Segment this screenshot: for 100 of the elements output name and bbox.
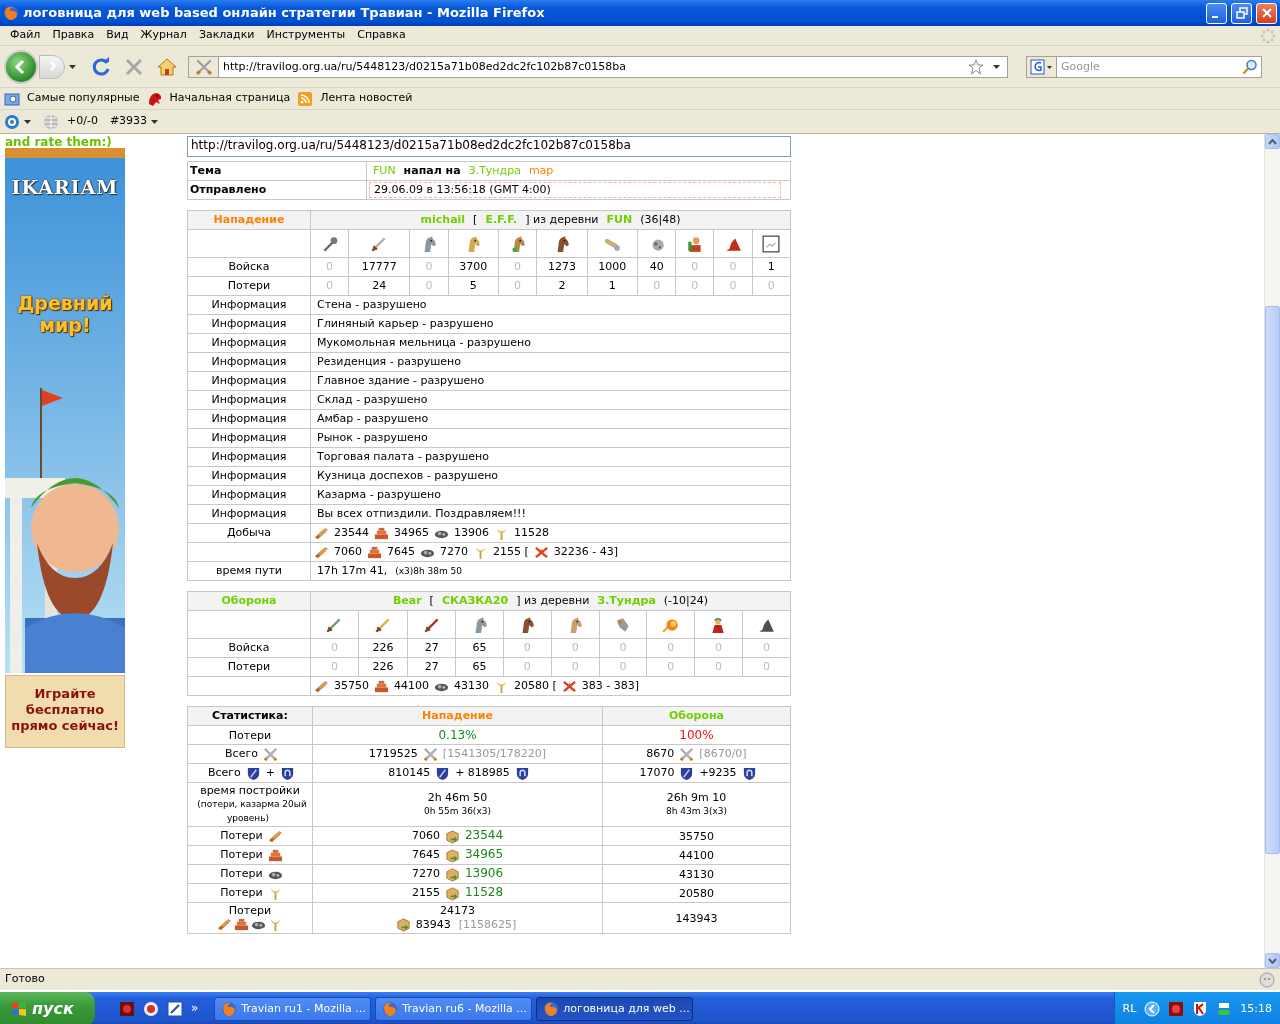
row-label: Информация — [211, 469, 287, 483]
chevron-icon[interactable] — [1144, 1001, 1161, 1017]
menu-item[interactable]: Правка — [46, 27, 101, 44]
app-icon[interactable] — [167, 1001, 183, 1017]
menu-item[interactable]: Файл — [4, 27, 47, 44]
row-label: время пути — [216, 564, 282, 578]
start-button[interactable]: пуск — [0, 992, 95, 1024]
ad-cta-link[interactable]: Играйте бесплатно прямо сейчас! — [5, 675, 125, 748]
cell-text: 17070 — [639, 766, 675, 780]
cell-text: 0 — [729, 260, 737, 274]
browser-icon — [221, 1001, 238, 1017]
sword-shield-icon — [245, 765, 261, 781]
tray-icon[interactable] — [1168, 1001, 1185, 1017]
star-icon[interactable] — [968, 58, 984, 75]
row-label: Информация — [211, 317, 287, 331]
search-icon[interactable] — [1242, 58, 1258, 75]
cell-text: 226 — [372, 660, 394, 674]
bricks-icon — [374, 678, 389, 694]
flag-icon — [10, 1000, 28, 1018]
cell-text: Амбар - разрушено — [317, 412, 429, 426]
muted-text: [8670/0] — [699, 747, 747, 761]
menu-item[interactable]: Журнал — [134, 27, 193, 44]
address-field[interactable]: http://travilog.org.ua/ru/5448123/d0215a71b08ed2dc2fc102b87c0158ba — [218, 55, 1008, 78]
close-button[interactable] — [1256, 2, 1277, 24]
creature-icon[interactable] — [146, 90, 163, 107]
bricks-icon — [367, 544, 382, 560]
cell-text: 0 — [326, 279, 334, 293]
bricks-icon — [374, 525, 389, 541]
language-indicator[interactable]: RL — [1122, 1001, 1137, 1017]
cell-text: 32236 - 43] — [553, 545, 619, 559]
menu-item[interactable]: Вид — [100, 27, 135, 44]
bookmark-link[interactable]: Начальная страница — [166, 91, 294, 106]
menu-item[interactable]: Инструменты — [260, 27, 352, 44]
scroll-thumb[interactable] — [1265, 306, 1280, 854]
cell-text: (-10|24) — [663, 594, 709, 608]
cell-text: ] из деревни — [516, 594, 590, 608]
folder-icon[interactable] — [4, 90, 20, 107]
cell-text: 83943 — [415, 917, 451, 931]
k-shield-icon[interactable] — [1192, 1001, 1209, 1017]
note-text: 8h 43m 3(x3) — [665, 806, 728, 817]
scroll-up-button[interactable] — [1265, 134, 1280, 149]
window-title: логовница для web based онлайн стратегии Травиан - Mozilla Firefox — [23, 4, 545, 22]
cell-text: Потери — [228, 904, 272, 918]
cell-text: 7270 — [440, 545, 468, 559]
restore-icon — [1235, 7, 1248, 19]
cell-text: 0 — [514, 279, 522, 293]
dropdown-caret-icon[interactable] — [993, 64, 1000, 69]
cell-text: Стена - разрушено — [317, 298, 427, 312]
cell-text: 1 — [608, 279, 616, 293]
horseshoe-shield-icon — [514, 765, 530, 781]
wheat-icon — [268, 917, 283, 933]
bookmark-link[interactable]: Самые популярные — [24, 91, 143, 106]
site-identity-button[interactable] — [188, 55, 218, 78]
cell-text: 44100 — [679, 848, 714, 862]
dropdown-caret-icon[interactable] — [151, 119, 159, 124]
bookmark-link[interactable]: Лента новостей — [317, 91, 416, 106]
search-field[interactable]: Google — [1056, 55, 1262, 78]
cell-text: 65 — [472, 660, 487, 674]
home-icon — [156, 56, 178, 77]
cell-text: 0 — [762, 660, 770, 674]
crate-icon — [444, 847, 460, 863]
sword-shield-icon — [679, 765, 695, 781]
gain-text: 34965 — [464, 847, 504, 862]
dropdown-caret-icon[interactable] — [24, 119, 31, 124]
rank-text[interactable]: #3933 — [109, 114, 148, 129]
minimize-button[interactable] — [1206, 2, 1227, 24]
link-field[interactable]: http://travilog.org.ua/ru/5448123/d0215a71b08ed2dc2fc102b87c0158ba — [187, 136, 791, 157]
taskbar-button[interactable]: логовница для web ... — [536, 997, 694, 1021]
taskbar-button[interactable]: Travian ru1 - Mozilla ... — [214, 997, 372, 1021]
logs-icon — [314, 678, 329, 694]
menu-item[interactable]: Закладки — [192, 27, 261, 44]
cell-text: + — [265, 766, 276, 780]
cell-text: 13906 — [454, 526, 489, 540]
scrollbar[interactable] — [1264, 134, 1280, 968]
status-text: Готово — [5, 972, 45, 987]
cell-text: 34965 — [394, 526, 429, 540]
percent-text: 100% — [679, 727, 714, 742]
taskbar-button[interactable]: Travian ru6 - Mozilla ... — [375, 997, 533, 1021]
cell-text: 7060 — [411, 829, 440, 843]
menu-item[interactable]: Справка — [351, 27, 412, 44]
logs-icon — [217, 917, 232, 933]
cell-text: Потери — [220, 886, 263, 900]
cell-text: 0 — [762, 641, 770, 655]
cell-text: 2h 46m 50 — [427, 791, 488, 805]
scroll-down-button[interactable] — [1265, 953, 1280, 968]
more-button[interactable]: » — [191, 1001, 199, 1017]
back-button[interactable] — [4, 49, 38, 84]
percent-text: 0.13% — [438, 727, 477, 742]
network-icon[interactable] — [1216, 1001, 1233, 1017]
muted-text: [1158625] — [458, 917, 517, 931]
search-engine-button[interactable] — [1026, 55, 1056, 78]
app-icon[interactable] — [143, 1001, 159, 1017]
cell-text: 1273 — [547, 260, 576, 274]
cell-text: Рынок - разрушено — [317, 431, 428, 445]
muted-text: [1541305/178220] — [442, 747, 547, 761]
refresh-circle-icon[interactable] — [4, 113, 20, 130]
bricks-icon — [234, 917, 249, 933]
restore-button[interactable] — [1231, 2, 1252, 24]
row-label: Добыча — [226, 526, 271, 540]
label-text: Статистика: — [212, 709, 288, 723]
